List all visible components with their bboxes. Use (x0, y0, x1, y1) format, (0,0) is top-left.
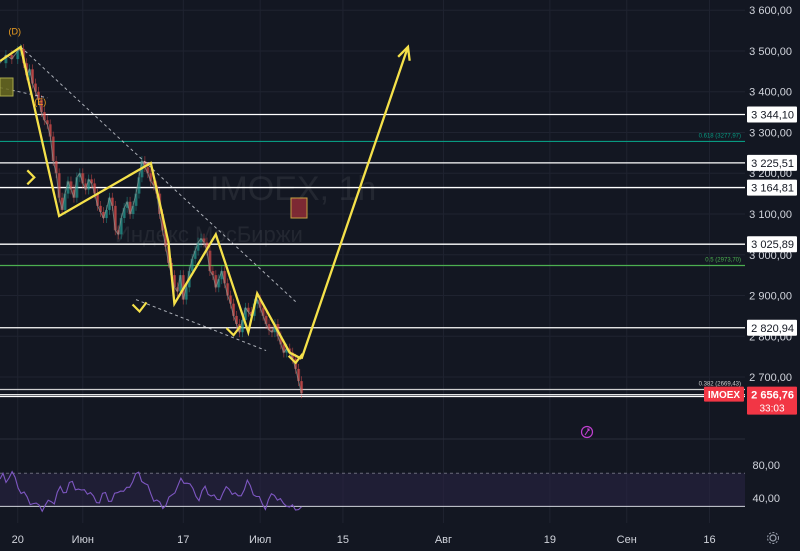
watermark-name: Индекс МосБиржи (115, 222, 303, 247)
price-tick-label: 2 900,00 (749, 291, 792, 303)
level-tag-label: 3 164,81 (751, 183, 794, 195)
wave-label: (D) (9, 27, 22, 37)
time-tick-label: 15 (337, 534, 349, 546)
level-tag-label: 3 025,89 (751, 239, 794, 251)
level-tag-label: 3 344,10 (751, 110, 794, 122)
chart-background (0, 0, 800, 551)
price-tick-label: 2 700,00 (749, 372, 792, 384)
level-tag-label: 2 820,94 (751, 323, 794, 335)
fib-level-label: 0.5 (2973,70) (705, 257, 741, 263)
rsi-panel (0, 470, 745, 513)
ticker-tag-label: IMOEX (708, 390, 741, 401)
time-tick-label: Июн (72, 534, 94, 546)
time-tick-label: Июл (249, 534, 271, 546)
price-axis[interactable]: 3 600,003 500,003 400,003 300,003 200,00… (745, 0, 800, 551)
time-tick-label: Сен (617, 534, 637, 546)
fib-level-label: 0.618 (3277,97) (699, 133, 741, 139)
level-tag-label: 3 225,51 (751, 158, 794, 170)
wave-label: (E) (34, 97, 46, 107)
current-price-label: 2 656,76 (751, 390, 794, 402)
fib-level-label: 0.382 (2669,43) (699, 382, 741, 388)
price-tick-label: 3 400,00 (749, 87, 792, 99)
rsi-tick-label: 80,00 (752, 460, 780, 472)
countdown-label: 33:03 (759, 404, 784, 415)
chart-canvas[interactable]: IMOEX, 1h Индекс МосБиржи 0.618 (3277,97… (0, 0, 800, 551)
time-tick-label: 20 (12, 534, 24, 546)
order-box-middle[interactable] (290, 197, 308, 219)
price-tick-label: 3 300,00 (749, 127, 792, 139)
price-tick-label: 3 100,00 (749, 209, 792, 221)
rsi-tick-label: 40,00 (752, 493, 780, 505)
time-tick-label: Авг (435, 534, 452, 546)
time-tick-label: 19 (544, 534, 556, 546)
time-tick-label: 16 (703, 534, 715, 546)
time-tick-label: 17 (177, 534, 189, 546)
order-box-left[interactable] (0, 77, 14, 97)
price-tick-label: 3 500,00 (749, 46, 792, 58)
price-tick-label: 3 600,00 (749, 5, 792, 17)
